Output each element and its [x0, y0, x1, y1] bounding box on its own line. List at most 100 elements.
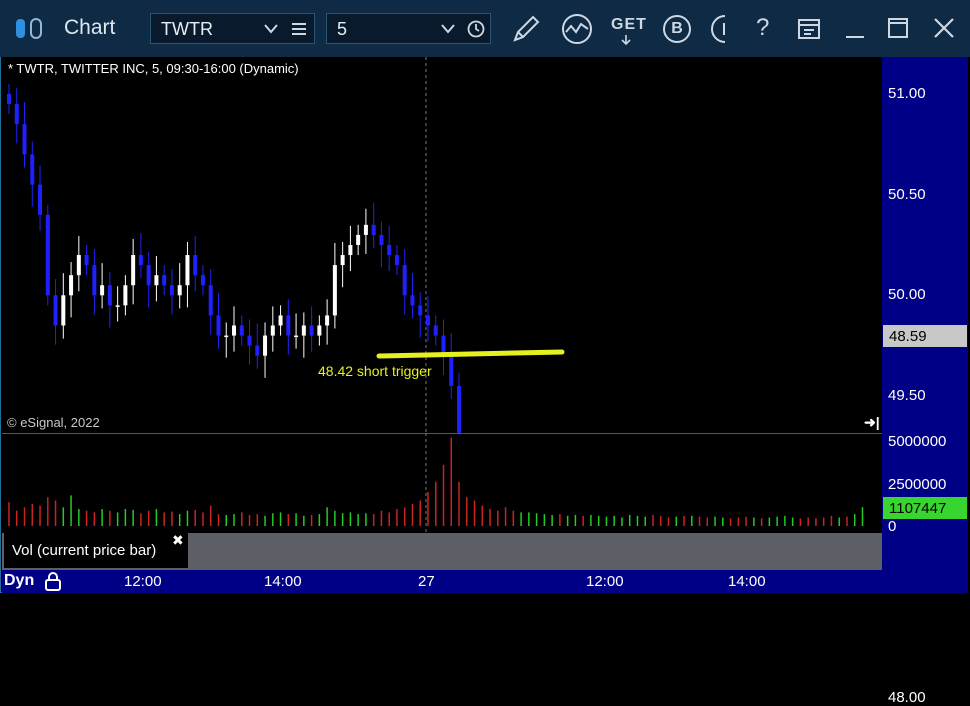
candle-body	[425, 315, 430, 326]
last-volume-badge: 1107447	[883, 497, 967, 519]
candle-body	[115, 305, 120, 307]
lock-icon[interactable]	[43, 571, 63, 592]
candle-body	[371, 224, 376, 235]
study-legend-bar: Vol (current price bar) ✖	[2, 532, 882, 570]
candle-body	[263, 335, 268, 356]
chevron-down-icon[interactable]	[441, 23, 455, 35]
volume-axis[interactable]: 5000000 2500000 0 1107447	[882, 433, 968, 535]
candle-body	[7, 94, 11, 105]
get-icon[interactable]: GET	[611, 16, 647, 34]
time-tick: 27	[418, 573, 435, 590]
candle-body	[457, 385, 462, 497]
clock-icon[interactable]	[467, 20, 485, 38]
price-axis[interactable]: 51.0050.5050.0049.5049.0048.00 48.59	[882, 57, 968, 706]
vol-study-tag[interactable]: Vol (current price bar) ✖	[4, 532, 188, 568]
price-tick: 51.00	[888, 85, 926, 102]
candle-body	[61, 295, 66, 326]
maximize-icon[interactable]	[887, 17, 909, 39]
candle-body	[76, 255, 81, 276]
candle-body	[100, 285, 105, 296]
candle-body	[138, 255, 143, 266]
template-icon[interactable]	[797, 17, 821, 41]
interval-combobox[interactable]: 5	[326, 13, 491, 44]
toolbar: Chart TWTR 5 GET B ?	[0, 0, 970, 57]
candle-body	[309, 325, 314, 336]
down-arrow-icon	[621, 35, 631, 46]
candle-body	[208, 285, 213, 316]
dyn-label[interactable]: Dyn	[4, 572, 34, 590]
candle-body	[169, 285, 174, 296]
candle-body	[255, 345, 260, 356]
candle-body	[22, 124, 27, 155]
candle-body	[45, 214, 50, 296]
candle-body	[84, 255, 89, 266]
volume-tick: 5000000	[888, 433, 947, 450]
candle-body	[301, 325, 306, 336]
candle-body	[131, 255, 136, 286]
candle-body	[410, 295, 415, 306]
candle-body	[418, 305, 423, 316]
vol-study-label: Vol (current price bar)	[12, 542, 157, 559]
candle-body	[92, 265, 97, 296]
help-icon[interactable]: ?	[756, 14, 769, 42]
candles	[7, 83, 880, 706]
candle-body	[154, 275, 159, 286]
trigger-annotation: 48.42 short trigger	[318, 363, 432, 379]
copyright-label: © eSignal, 2022	[7, 415, 100, 430]
candle-body	[200, 275, 205, 286]
minimize-icon[interactable]	[844, 20, 866, 40]
candle-body	[224, 335, 229, 338]
candle-body	[247, 335, 252, 346]
price-tick: 50.50	[888, 185, 926, 203]
candle-body	[363, 224, 368, 235]
close-icon[interactable]	[932, 16, 956, 40]
interval-value: 5	[337, 19, 348, 39]
volume-plot[interactable]	[2, 433, 882, 533]
scroll-to-end-icon[interactable]: ➜|	[864, 414, 880, 431]
time-axis[interactable]: Dyn 12:00 14:00 27 12:00 14:00	[2, 570, 968, 593]
candle-body	[69, 275, 74, 296]
candle-body	[402, 265, 407, 296]
b-label: B	[671, 20, 683, 37]
candle-body	[177, 285, 182, 296]
candle-body	[348, 244, 353, 256]
candle-body	[332, 265, 337, 316]
candle-body	[239, 325, 244, 336]
candle-body	[449, 355, 454, 386]
time-tick: 14:00	[728, 573, 766, 590]
candle-body	[340, 255, 345, 266]
symbol-combobox[interactable]: TWTR	[150, 13, 315, 44]
candle-body	[14, 104, 19, 125]
chart-header: * TWTR, TWITTER INC, 5, 09:30-16:00 (Dyn…	[8, 61, 299, 76]
chevron-down-icon[interactable]	[264, 23, 278, 35]
last-price-label: 48.59	[889, 328, 927, 345]
candle-body	[30, 154, 35, 185]
price-tick: 48.00	[888, 688, 926, 706]
candle-body	[270, 325, 275, 336]
b-icon[interactable]: B	[663, 15, 691, 43]
list-icon[interactable]	[291, 21, 307, 37]
candle-body	[232, 325, 237, 336]
candle-body	[123, 285, 128, 306]
candle-body	[394, 255, 399, 266]
volume-pane[interactable]	[2, 433, 882, 533]
pencil-draw-icon[interactable]	[510, 13, 542, 45]
candle-body	[433, 325, 438, 336]
time-tick: 14:00	[264, 573, 302, 590]
candle-body	[325, 315, 330, 326]
volume-bars	[8, 437, 864, 526]
candle-body	[379, 234, 384, 245]
candle-body	[107, 285, 112, 306]
close-study-icon[interactable]: ✖	[172, 532, 184, 549]
study-icon[interactable]	[560, 12, 594, 46]
candle-body	[356, 234, 361, 245]
link-toggle-icon[interactable]	[14, 16, 52, 42]
price-plot[interactable]	[2, 57, 882, 706]
time-icon[interactable]	[710, 14, 732, 44]
price-pane[interactable]: * TWTR, TWITTER INC, 5, 09:30-16:00 (Dyn…	[2, 57, 882, 706]
candle-body	[216, 315, 221, 336]
short-trigger-line[interactable]	[376, 349, 565, 359]
study-legend-axis	[882, 533, 968, 570]
price-tick: 49.50	[888, 386, 926, 404]
candle-body	[162, 275, 167, 286]
